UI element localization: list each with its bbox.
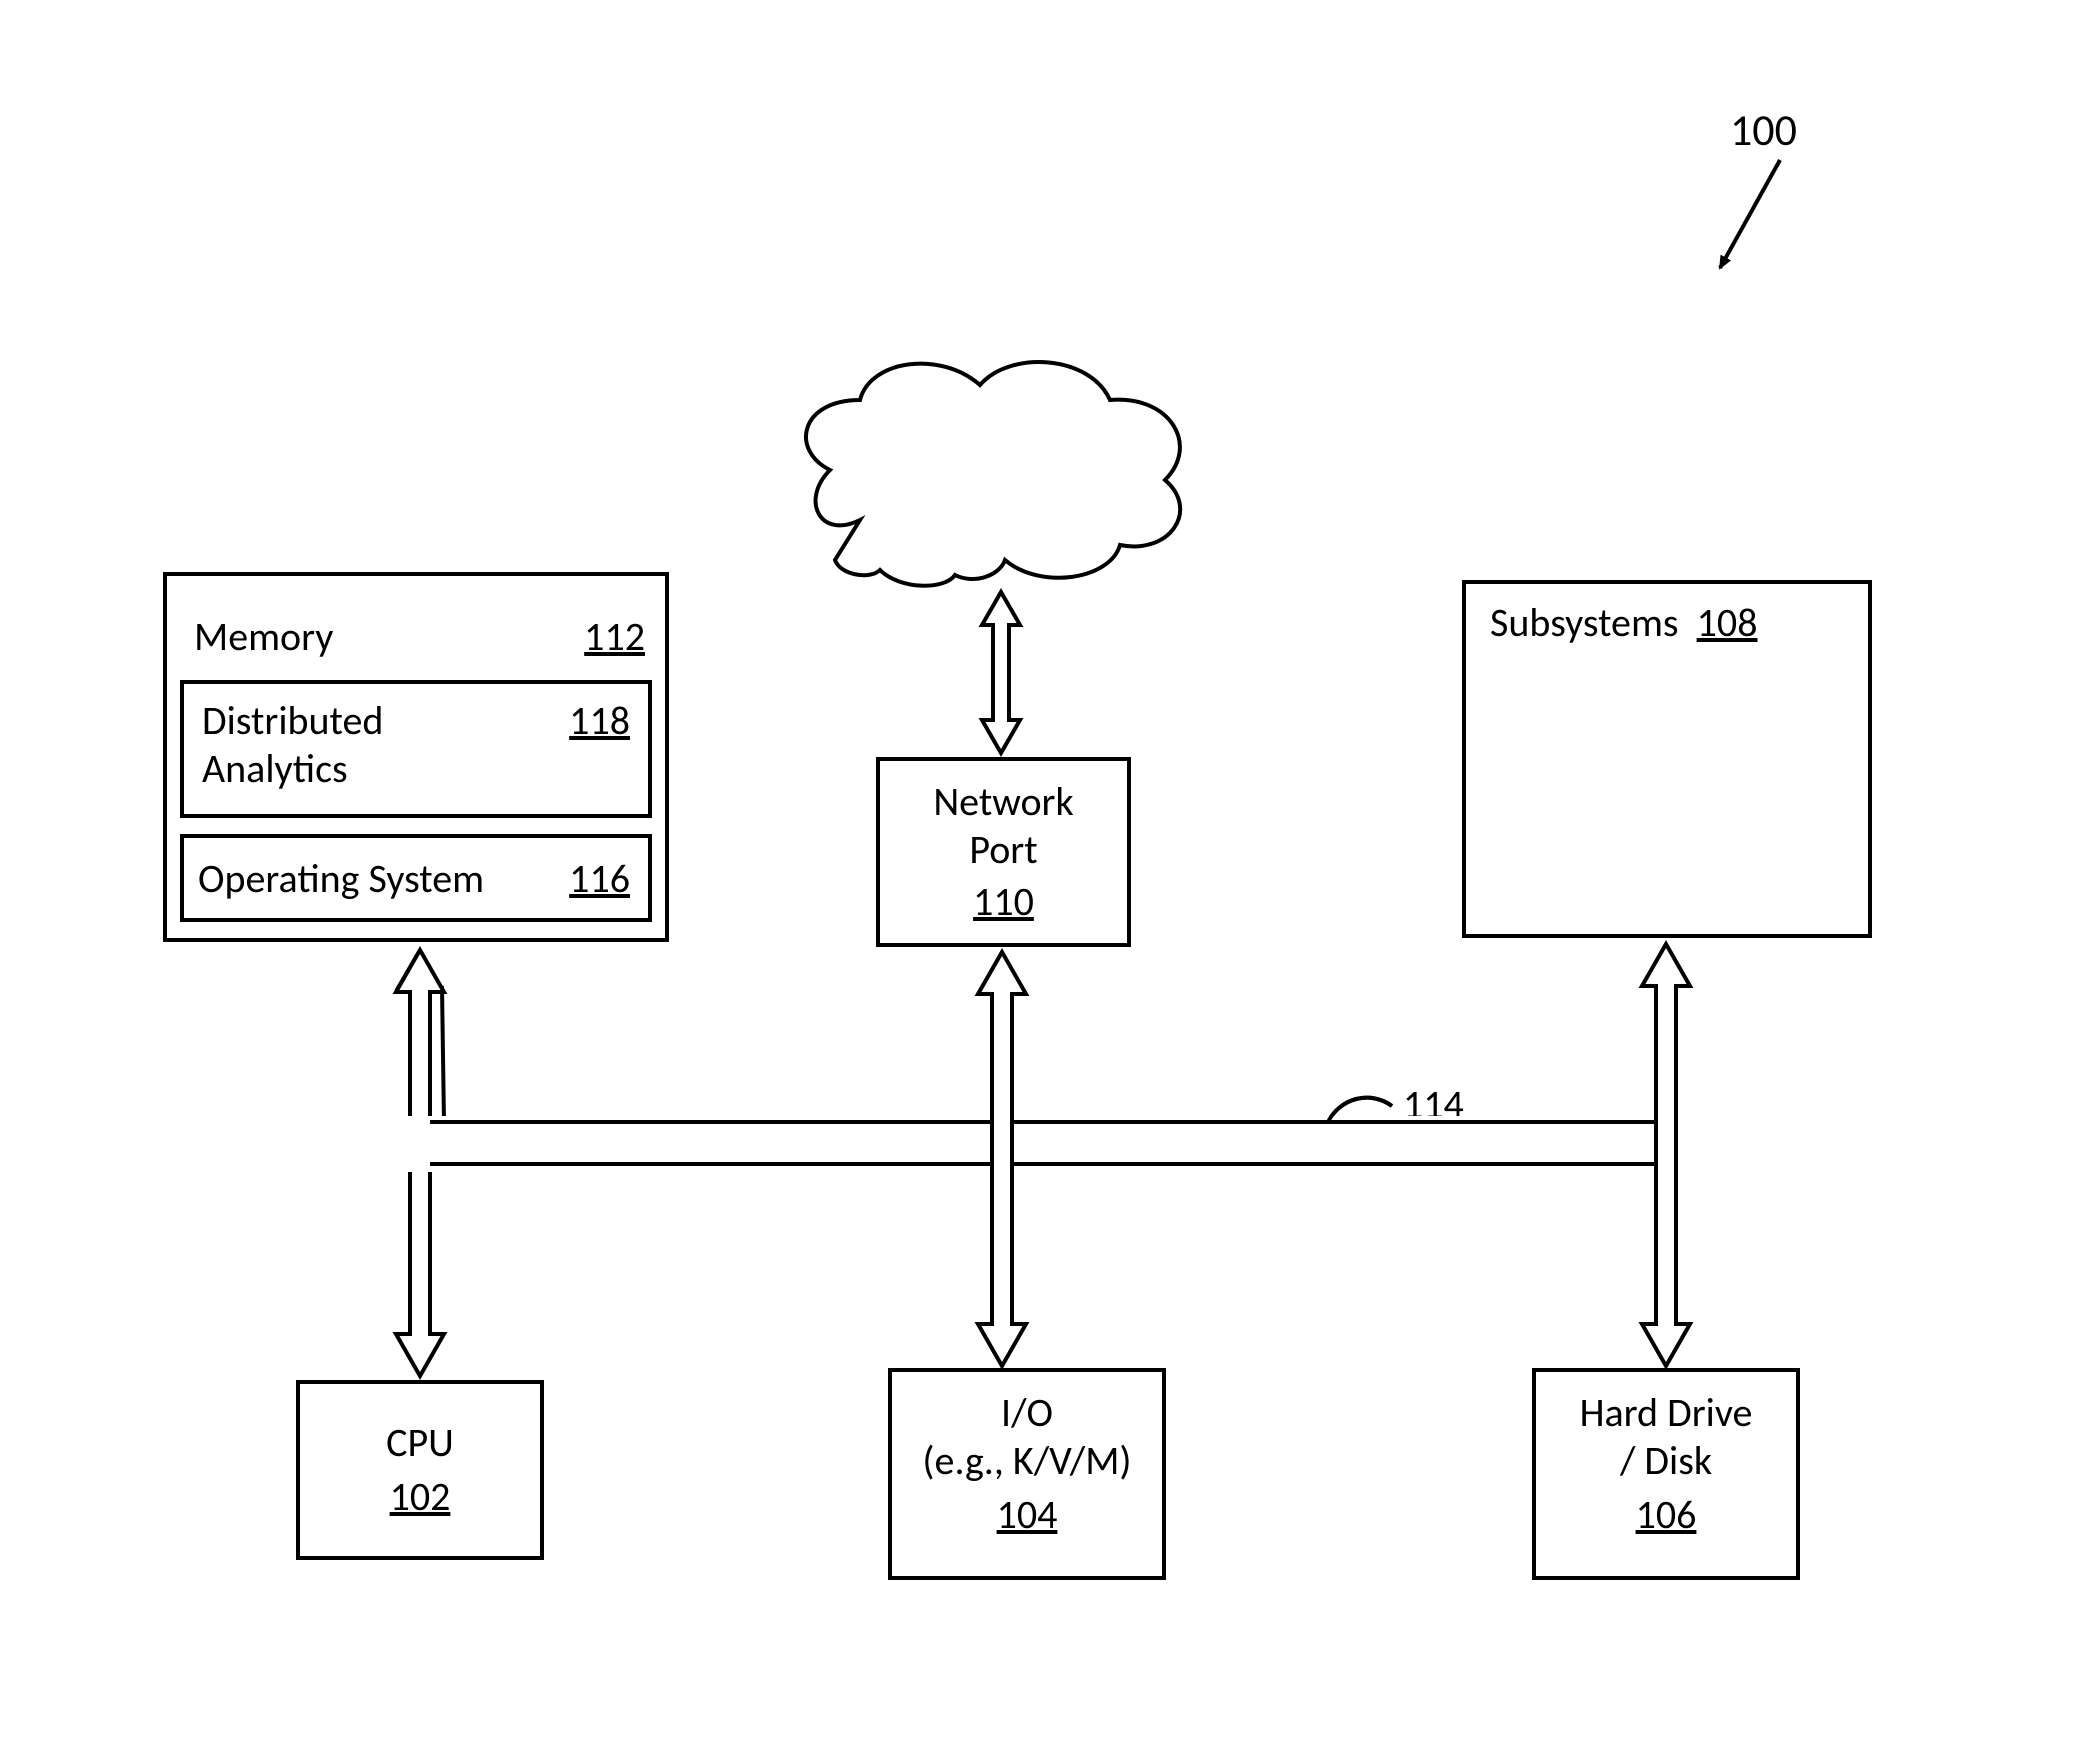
memory-bus-arrow-icon <box>396 950 444 1122</box>
bus-ref-leader-icon-2 <box>1328 1098 1392 1122</box>
cpu-label: CPU <box>300 1420 540 1466</box>
distributed-analytics-ref: 118 <box>569 698 630 744</box>
hard-drive-ref: 106 <box>1536 1492 1796 1538</box>
io-ref: 104 <box>892 1492 1162 1538</box>
operating-system-label: Operating System <box>198 856 484 902</box>
io-label1: I/O <box>892 1390 1162 1436</box>
subsystems-hd-double-arrow-icon <box>1642 944 1690 1366</box>
network-port-label2: Port <box>880 827 1127 873</box>
cpu-ref: 102 <box>300 1474 540 1520</box>
network-port-label1: Network <box>880 779 1127 825</box>
memory-label: Memory <box>194 614 333 660</box>
operating-system-box: Operating System 116 <box>180 834 652 922</box>
memory-box: Memory 112 Distributed Analytics 118 Ope… <box>163 572 669 942</box>
io-box: I/O (e.g., K/V/M) 104 <box>888 1368 1166 1580</box>
memory-cpu-double-arrow-icon <box>396 950 444 1376</box>
hard-drive-label1: Hard Drive <box>1536 1390 1796 1436</box>
subsystems-label: Subsystems 108 <box>1490 600 1757 646</box>
bus-ref-leader-icon <box>1328 1098 1392 1122</box>
io-label2: (e.g., K/V/M) <box>892 1438 1162 1484</box>
memory-ref: 112 <box>584 614 645 660</box>
operating-system-ref: 116 <box>569 856 630 902</box>
hard-drive-label2: / Disk <box>1536 1438 1796 1484</box>
distributed-analytics-label1: Distributed <box>202 698 383 744</box>
port-io-double-arrow-icon <box>978 952 1026 1366</box>
network-to-port-arrow-icon <box>982 592 1020 753</box>
hard-drive-box: Hard Drive / Disk 106 <box>1532 1368 1800 1580</box>
subsystems-box: Subsystems 108 <box>1462 580 1872 938</box>
figure-ref-arrow-icon <box>1720 160 1780 268</box>
bus-ref-label: 114 <box>1403 1082 1464 1128</box>
cpu-box: CPU 102 <box>296 1380 544 1560</box>
distributed-analytics-label2: Analytics <box>202 746 348 792</box>
network-label: Network <box>870 445 1150 491</box>
figure-ref-label: 100 <box>1730 105 1797 156</box>
network-port-ref: 110 <box>880 879 1127 925</box>
network-port-box: Network Port 110 <box>876 757 1131 947</box>
distributed-analytics-box: Distributed Analytics 118 <box>180 680 652 818</box>
diagram-stage: 100 Memory 112 Distributed Analytics 118… <box>0 0 2082 1760</box>
network-ref: 140 <box>870 500 1150 546</box>
bus-lines <box>404 1122 1682 1164</box>
